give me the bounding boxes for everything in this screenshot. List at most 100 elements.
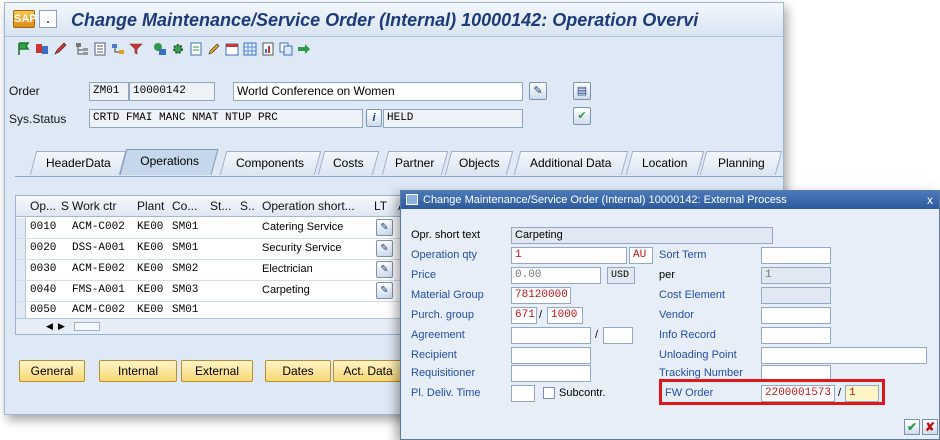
- row-selector[interactable]: [16, 218, 26, 238]
- list-icon[interactable]: [93, 42, 107, 56]
- fw-order-field[interactable]: 2200001573: [761, 385, 835, 402]
- requisitioner-field[interactable]: [511, 365, 591, 382]
- material-group-field[interactable]: 78120000: [511, 287, 571, 304]
- tab-additional-data[interactable]: Additional Data: [513, 151, 629, 175]
- column-header[interactable]: S..: [240, 199, 255, 213]
- row-selector[interactable]: [16, 302, 26, 318]
- dialog-title: Change Maintenance/Service Order (Intern…: [423, 194, 787, 206]
- table-row[interactable]: 0030 ACM-E002 KE00 SM02 Electrician ✎: [16, 260, 409, 281]
- long-text-icon[interactable]: ✎: [376, 282, 393, 299]
- column-header[interactable]: Plant: [137, 199, 164, 213]
- sort-term-field[interactable]: [761, 247, 831, 264]
- close-icon[interactable]: x: [923, 191, 937, 209]
- recipient-field[interactable]: [511, 347, 591, 364]
- table-row[interactable]: 0020 DSS-A001 KE00 SM01 Security Service…: [16, 239, 409, 260]
- long-text-icon[interactable]: ✎: [529, 82, 547, 100]
- column-header[interactable]: Co...: [172, 199, 197, 213]
- order-header: Order ZM01 10000142 World Conference on …: [5, 77, 783, 107]
- sap-logo-icon[interactable]: SAP: [13, 10, 37, 28]
- column-header[interactable]: Operation short...: [262, 199, 355, 213]
- row-selector[interactable]: [16, 260, 26, 280]
- dates-button[interactable]: Dates: [265, 360, 331, 382]
- structure-icon[interactable]: [111, 42, 125, 56]
- purch-org-field[interactable]: 1000: [547, 307, 583, 324]
- column-header[interactable]: LT: [374, 199, 387, 213]
- gear-icon[interactable]: [171, 42, 185, 56]
- info-record-field[interactable]: [761, 327, 831, 344]
- tab-costs[interactable]: Costs: [317, 151, 380, 175]
- order-type-field[interactable]: ZM01: [89, 82, 129, 101]
- tab-operations[interactable]: Operations: [119, 149, 219, 175]
- tab-partner[interactable]: Partner: [381, 151, 449, 175]
- forward-icon[interactable]: [297, 42, 311, 56]
- price-field[interactable]: 0.00: [511, 267, 601, 284]
- status-check-icon[interactable]: ✔: [573, 107, 591, 125]
- plant-cell: KE00: [137, 263, 164, 275]
- long-text-icon[interactable]: ✎: [376, 240, 393, 257]
- table-row[interactable]: 0050 ACM-C002 KE00 SM01: [16, 302, 409, 319]
- tab-headerdata[interactable]: HeaderData: [29, 151, 127, 175]
- column-header[interactable]: Op...: [30, 199, 56, 213]
- filter-icon[interactable]: [129, 42, 143, 56]
- component-icon[interactable]: [153, 42, 167, 56]
- opr-short-text-label: Opr. short text: [411, 229, 481, 241]
- edit-icon[interactable]: [207, 42, 221, 56]
- column-header[interactable]: Work ctr: [72, 199, 116, 213]
- purch-group-label: Purch. group: [411, 309, 474, 321]
- confirm-check-icon[interactable]: ✔: [904, 419, 920, 435]
- agreement-field[interactable]: [511, 327, 591, 344]
- order-label: Order: [9, 84, 40, 98]
- external-button[interactable]: External: [181, 360, 253, 382]
- tab-objects[interactable]: Objects: [444, 151, 514, 175]
- unloading-point-field[interactable]: [761, 347, 927, 364]
- fw-order-label: FW Order: [665, 387, 714, 399]
- subcontr-checkbox[interactable]: [543, 387, 555, 399]
- calendar-icon[interactable]: [225, 42, 239, 56]
- flag-icon[interactable]: [17, 42, 31, 56]
- act-data-button[interactable]: Act. Data: [333, 360, 403, 382]
- scroll-left-icon[interactable]: ◀: [46, 321, 53, 332]
- vendor-field[interactable]: [761, 307, 831, 324]
- tab-planning[interactable]: Planning: [699, 151, 783, 175]
- general-button[interactable]: General: [19, 360, 85, 382]
- tab-components[interactable]: Components: [219, 151, 322, 175]
- copy-icon[interactable]: [279, 42, 293, 56]
- row-selector[interactable]: [16, 281, 26, 301]
- tracking-number-label: Tracking Number: [659, 367, 743, 379]
- document-icon[interactable]: [189, 42, 203, 56]
- report-icon[interactable]: [261, 42, 275, 56]
- horizontal-scrollbar[interactable]: ◀ ▶: [16, 318, 409, 334]
- operation-qty-field[interactable]: 1: [511, 247, 627, 264]
- object-icon[interactable]: [35, 42, 49, 56]
- long-text-icon[interactable]: ✎: [376, 261, 393, 278]
- agreement-item-field[interactable]: [603, 327, 633, 344]
- tab-label: Components: [236, 156, 305, 170]
- grid-icon[interactable]: [243, 42, 257, 56]
- row-selector[interactable]: [16, 239, 26, 259]
- order-description-field[interactable]: World Conference on Women: [233, 82, 523, 101]
- pencil-icon[interactable]: [53, 42, 67, 56]
- scroll-thumb[interactable]: [74, 322, 100, 331]
- tab-label: Location: [642, 156, 688, 170]
- tab-location[interactable]: Location: [625, 151, 705, 175]
- table-row[interactable]: 0040 FMS-A001 KE00 SM03 Carpeting ✎: [16, 281, 409, 302]
- user-status-field: HELD: [383, 109, 523, 128]
- column-header[interactable]: St...: [210, 199, 231, 213]
- fw-order-item-field[interactable]: 1: [845, 385, 879, 402]
- scroll-right-icon[interactable]: ▶: [58, 321, 65, 332]
- system-menu-icon[interactable]: .: [39, 10, 57, 28]
- document-flow-icon[interactable]: ▤: [573, 82, 591, 100]
- operation-qty-unit-field[interactable]: AU: [629, 247, 653, 264]
- hierarchy-icon[interactable]: [75, 42, 89, 56]
- cancel-x-icon[interactable]: ✘: [922, 419, 938, 435]
- application-toolbar: [5, 39, 783, 61]
- purch-group-field[interactable]: 671: [511, 307, 537, 324]
- order-number-field[interactable]: 10000142: [129, 82, 215, 101]
- long-text-icon[interactable]: ✎: [376, 219, 393, 236]
- column-header[interactable]: S: [61, 199, 69, 213]
- status-info-icon[interactable]: i: [366, 109, 382, 127]
- pl-deliv-time-field[interactable]: [511, 385, 535, 402]
- table-row[interactable]: 0010 ACM-C002 KE00 SM01 Catering Service…: [16, 218, 409, 239]
- internal-button[interactable]: Internal: [99, 360, 177, 382]
- tab-label: Additional Data: [530, 156, 612, 170]
